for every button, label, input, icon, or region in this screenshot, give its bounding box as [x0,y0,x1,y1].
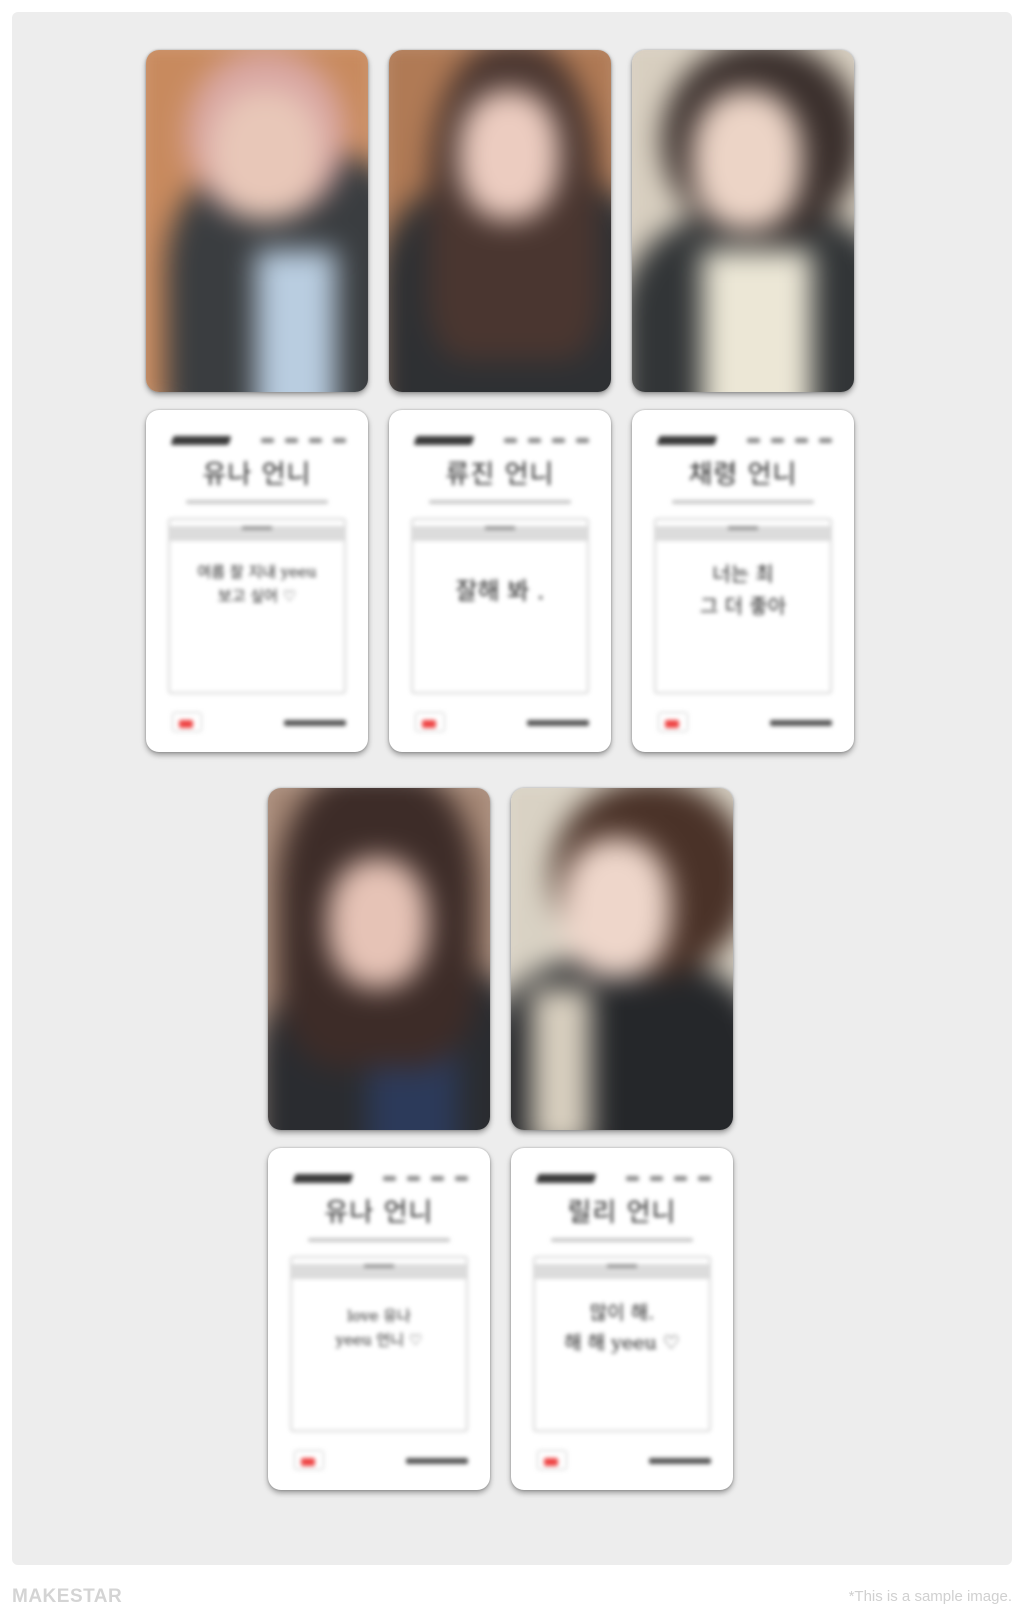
brand-logo-mark [413,436,475,445]
message-line: 너는 최 [712,562,774,586]
card-header-marks [747,438,832,443]
brand-wordmark [770,720,832,726]
photocard-front-4 [268,788,490,1130]
sample-image-note: *This is a sample image. [848,1588,1012,1605]
card-back-title: 류진 언니 [445,460,555,490]
message-box: 많이 해. 해 해 yeeu ♡ [533,1256,711,1432]
card-header-marks [626,1176,711,1181]
brand-logo-mark [292,1174,354,1183]
brand-logo-mark [656,436,718,445]
photocard-back-2: 류진 언니 잘해 봐 . [389,410,611,752]
card-header-marks [383,1176,468,1181]
brand-logo-mark [535,1174,597,1183]
message-box: 너는 최 그 더 좋아 [654,518,832,694]
brand-logo-mark [170,436,232,445]
card-header-marks [504,438,589,443]
photocard-front-5 [511,788,733,1130]
message-box: 여름 잘 지내 yeeu 보고 싶어 ♡ [168,518,346,694]
brand-wordmark [527,720,589,726]
message-line: 많이 해. [589,1302,655,1324]
card-back-title: 릴리 언니 [567,1198,677,1228]
stamp-icon [658,712,688,732]
card-back-title: 유나 언니 [324,1198,434,1228]
photocard-sample-panel: 유나 언니 여름 잘 지내 yeeu 보고 싶어 ♡ 류진 언니 잘해 봐 . [12,12,1012,1565]
makestar-watermark: MAKESTAR [12,1586,123,1607]
message-line: 보고 싶어 ♡ [217,587,297,605]
message-line: 여름 잘 지내 yeeu [197,563,317,581]
photocard-back-4: 유나 언니 love 유나 yeeu 언니 ♡ [268,1148,490,1490]
photocard-front-3 [632,50,854,392]
card-back-title: 채령 언니 [688,460,798,490]
message-line: 그 더 좋아 [699,594,787,618]
card-subtitle-line [186,500,328,504]
photocard-back-5: 릴리 언니 많이 해. 해 해 yeeu ♡ [511,1148,733,1490]
card-subtitle-line [551,1238,693,1242]
card-header-marks [261,438,346,443]
stamp-icon [294,1450,324,1470]
brand-wordmark [284,720,346,726]
stamp-icon [415,712,445,732]
stamp-icon [172,712,202,732]
message-line: 잘해 봐 . [455,577,545,605]
photocard-front-2 [389,50,611,392]
card-back-title: 유나 언니 [202,460,312,490]
message-line: 해 해 yeeu ♡ [564,1332,680,1355]
card-subtitle-line [308,1238,450,1242]
photocard-front-1 [146,50,368,392]
card-subtitle-line [672,500,814,504]
photocard-back-1: 유나 언니 여름 잘 지내 yeeu 보고 싶어 ♡ [146,410,368,752]
message-box: 잘해 봐 . [411,518,589,694]
message-line: love 유나 [347,1307,411,1325]
brand-wordmark [649,1458,711,1464]
message-box: love 유나 yeeu 언니 ♡ [290,1256,468,1432]
brand-wordmark [406,1458,468,1464]
photocard-back-3: 채령 언니 너는 최 그 더 좋아 [632,410,854,752]
stamp-icon [537,1450,567,1470]
card-subtitle-line [429,500,571,504]
message-line: yeeu 언니 ♡ [335,1331,423,1349]
